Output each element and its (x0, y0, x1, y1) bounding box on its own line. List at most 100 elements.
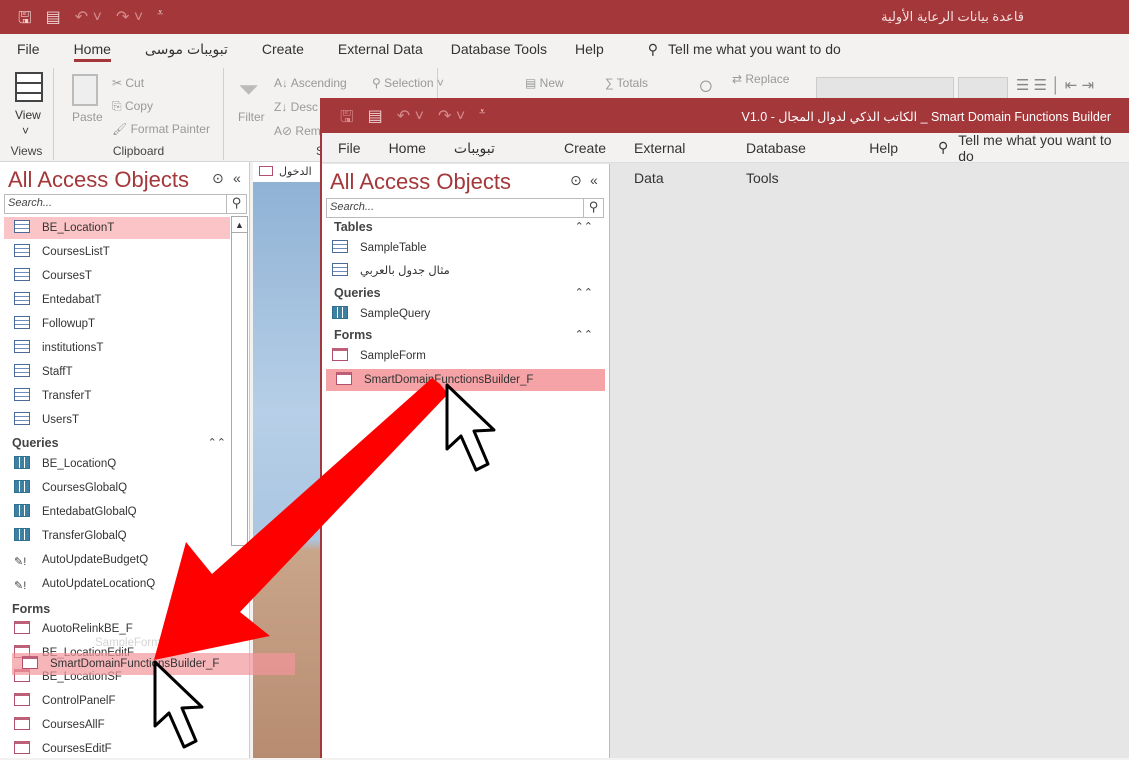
save-icon[interactable]: 🖫 (18, 7, 32, 34)
tab-create[interactable]: Create (550, 133, 620, 163)
search-icon[interactable]: ⚲ (226, 195, 246, 213)
nav-table-item[interactable]: EntedabatT (4, 289, 224, 311)
remove-sort-button[interactable]: A⊘ Rem (274, 124, 321, 138)
totals-button[interactable]: ∑ Totals (605, 76, 648, 90)
customize-icon[interactable]: ⩡ (157, 7, 163, 34)
view-button[interactable]: View (15, 108, 41, 122)
tell-me-box[interactable]: ⚲ Tell me what you want to do (938, 132, 1129, 164)
nav-title: All Access Objects (330, 169, 511, 194)
nav-table-item[interactable]: StaffT (4, 361, 224, 383)
nav-table-item[interactable]: CoursesT (4, 265, 224, 287)
tab-home[interactable]: Home (375, 133, 440, 163)
replace-button[interactable]: ⇄ Replace (732, 72, 789, 86)
tab-home[interactable]: Home (54, 34, 131, 64)
undo-icon[interactable]: ↶ ˅ (397, 106, 424, 133)
tab-external-data[interactable]: External Data (324, 34, 437, 64)
tell-me-box[interactable]: ⚲ Tell me what you want to do (648, 41, 841, 58)
copy-button[interactable]: ⎘ Copy (112, 99, 153, 114)
chevron-down-icon[interactable]: ˅ (22, 124, 29, 138)
doc-tab-login[interactable]: الدخول (253, 162, 320, 182)
nav-table-item[interactable]: CoursesListT (4, 241, 224, 263)
nav-menu-icon[interactable]: ⊙ (570, 172, 582, 189)
query-icon (14, 456, 30, 469)
nav-query-item[interactable]: EntedabatGlobalQ (4, 501, 137, 523)
collapse-section-icon[interactable]: ⌃⌃ (575, 328, 593, 341)
query-icon (14, 504, 30, 517)
nav-search-input[interactable]: Search... ⚲ (326, 198, 604, 218)
paste-button[interactable]: Paste (72, 110, 103, 124)
nav-table-item[interactable]: مثال جدول بالعربي (322, 260, 450, 282)
nav-query-item[interactable]: CoursesGlobalQ (4, 477, 127, 499)
nav-form-item[interactable]: CoursesAllF (4, 714, 105, 736)
view-icon[interactable] (15, 72, 43, 102)
descending-button[interactable]: Z↓ Desc (274, 100, 318, 114)
font-name-dropdown[interactable] (816, 77, 954, 99)
search-icon[interactable]: ⚲ (583, 199, 603, 217)
section-forms[interactable]: Forms ⌃⌃ (334, 328, 599, 342)
selection-button[interactable]: ⚲ Selection ˅ (372, 76, 444, 90)
ascending-button[interactable]: A↓ Ascending (274, 76, 347, 90)
section-queries[interactable]: Queries ⌃⌃ (334, 286, 599, 300)
section-queries[interactable]: Queries ⌃⌃ (12, 436, 232, 450)
nav-form-item-selected[interactable]: SmartDomainFunctionsBuilder_F (326, 369, 605, 391)
tab-file[interactable]: File (0, 34, 54, 64)
funnel-icon[interactable]: ⏷ (238, 74, 259, 106)
nav-form-item[interactable]: SampleForm (322, 345, 426, 367)
nav-table-item[interactable]: SampleTable (322, 237, 426, 259)
cut-button[interactable]: ✂ Cut (112, 76, 144, 90)
item-label: CoursesListT (42, 246, 110, 258)
nav-query-item[interactable]: ✎! AutoUpdateBudgetQ (4, 549, 148, 571)
section-tables[interactable]: Tables ⌃⌃ (334, 220, 599, 234)
collapse-section-icon[interactable]: ⌃⌃ (575, 286, 593, 299)
font-size-dropdown[interactable] (958, 77, 1008, 99)
item-label: StaffT (42, 366, 73, 378)
find-icon[interactable]: ○ (698, 70, 714, 101)
nav-form-item[interactable]: CoursesEditF (4, 738, 112, 760)
tab-file[interactable]: File (322, 133, 375, 163)
collapse-section-icon[interactable]: ⌃⌃ (208, 436, 226, 449)
scroll-up-icon[interactable]: ▲ (232, 217, 247, 233)
collapse-icon[interactable]: « (590, 172, 598, 188)
nav-table-item[interactable]: TransferT (4, 385, 224, 407)
collapse-icon[interactable]: « (233, 170, 241, 186)
nav-query-item[interactable]: TransferGlobalQ (4, 525, 127, 547)
item-label: ControlPanelF (42, 695, 116, 707)
tab-custom[interactable]: تبويبات موسى (440, 133, 550, 186)
save-icon[interactable]: 🖫 (340, 106, 354, 133)
tab-create[interactable]: Create (242, 34, 324, 64)
tab-help[interactable]: Help (855, 133, 912, 163)
tab-help[interactable]: Help (561, 34, 618, 64)
customize-icon[interactable]: ⩡ (479, 106, 485, 133)
nav-scrollbar[interactable]: ▲ (231, 216, 248, 546)
undo-icon[interactable]: ↶ ˅ (75, 7, 102, 34)
redo-icon[interactable]: ↷ ˅ (438, 106, 465, 133)
collapse-section-icon[interactable]: ⌃⌃ (575, 220, 593, 233)
tab-custom[interactable]: تبويبات موسى (131, 34, 242, 64)
object-icon[interactable]: ▤ (368, 106, 383, 133)
format-painter-button[interactable]: 🖌 Format Painter (112, 122, 210, 136)
table-icon (14, 340, 30, 353)
nav-menu-icon[interactable]: ⊙ (212, 170, 224, 187)
list-icons[interactable]: ☰ ☰ │ ⇤ ⇥ (1016, 76, 1094, 94)
tab-database-tools[interactable]: Database Tools (732, 133, 855, 186)
nav-search-input[interactable]: Search... ⚲ (4, 194, 247, 214)
new-record-button[interactable]: ▤ New (525, 76, 564, 90)
nav-query-item[interactable]: BE_LocationQ (4, 453, 116, 475)
tab-external-data[interactable]: External Data (620, 133, 732, 186)
nav-table-item[interactable]: UsersT (4, 409, 224, 431)
form-icon (259, 166, 273, 176)
nav-table-item[interactable]: FollowupT (4, 313, 224, 335)
table-icon (14, 412, 30, 425)
section-forms[interactable]: Forms (12, 602, 232, 616)
tab-database-tools[interactable]: Database Tools (437, 34, 561, 64)
filter-button[interactable]: Filter (238, 110, 265, 124)
redo-icon[interactable]: ↷ ˅ (116, 7, 143, 34)
nav-table-item[interactable]: institutionsT (4, 337, 224, 359)
paste-icon[interactable] (72, 74, 98, 106)
nav-table-item[interactable]: BE_LocationT (4, 217, 230, 239)
table-icon (14, 292, 30, 305)
nav-query-item[interactable]: ✎! AutoUpdateLocationQ (4, 573, 155, 595)
nav-query-item[interactable]: SampleQuery (322, 303, 430, 325)
object-icon[interactable]: ▤ (46, 7, 61, 34)
nav-form-item[interactable]: ControlPanelF (4, 690, 116, 712)
